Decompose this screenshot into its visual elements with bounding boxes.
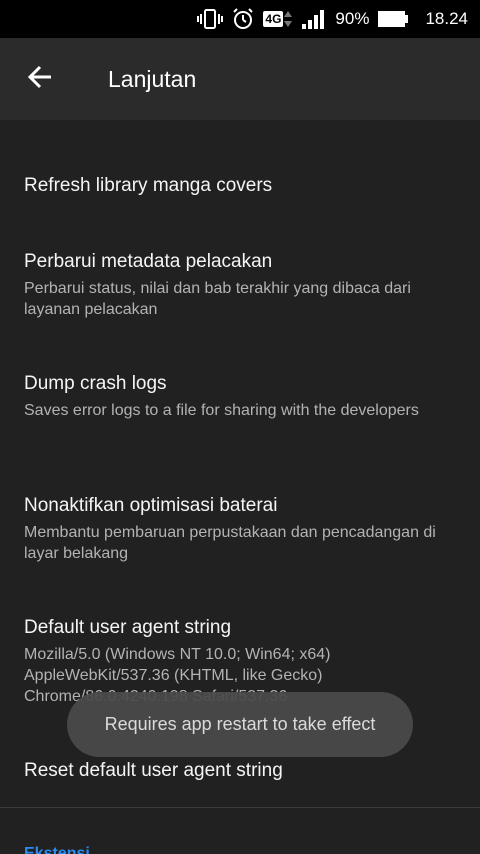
network-type-label: 4G: [263, 11, 284, 27]
pref-summary: Saves error logs to a file for sharing w…: [24, 402, 419, 419]
pref-summary: Membantu pembaruan perpustakaan dan penc…: [24, 524, 436, 562]
back-button[interactable]: [0, 38, 80, 120]
pref-reset-user-agent[interactable]: Reset default user agent string: [0, 759, 480, 783]
category-header-extensions: Ekstensi: [24, 845, 90, 854]
app-bar: Lanjutan: [0, 38, 480, 120]
divider: [0, 807, 480, 808]
battery-icon: [377, 8, 409, 30]
network-type-icon: 4G: [263, 8, 293, 30]
pref-title: Refresh library manga covers: [24, 175, 273, 196]
pref-summary: Perbarui status, nilai dan bab terakhir …: [24, 280, 411, 318]
page-title: Lanjutan: [108, 65, 197, 92]
battery-percent: 90%: [335, 9, 370, 28]
signal-icon: [301, 8, 327, 30]
pref-refresh-covers[interactable]: Refresh library manga covers: [0, 174, 480, 198]
pref-dump-crash-logs[interactable]: Dump crash logs Saves error logs to a fi…: [0, 372, 480, 421]
alarm-icon: [231, 7, 255, 31]
pref-title: Nonaktifkan optimisasi baterai: [24, 495, 278, 516]
pref-title: Perbarui metadata pelacakan: [24, 251, 273, 272]
pref-title: Default user agent string: [24, 617, 232, 638]
pref-title: Reset default user agent string: [24, 760, 283, 781]
clock: 18.24: [425, 9, 468, 28]
status-bar: 4G 90% 18.24: [0, 0, 480, 38]
arrow-back-icon: [26, 63, 54, 96]
pref-update-tracking[interactable]: Perbarui metadata pelacakan Perbarui sta…: [0, 250, 480, 320]
pref-battery-optimization[interactable]: Nonaktifkan optimisasi baterai Membantu …: [0, 494, 480, 564]
vibrate-icon: [197, 8, 224, 30]
toast-message: Requires app restart to take effect: [67, 692, 413, 757]
pref-title: Dump crash logs: [24, 373, 167, 394]
